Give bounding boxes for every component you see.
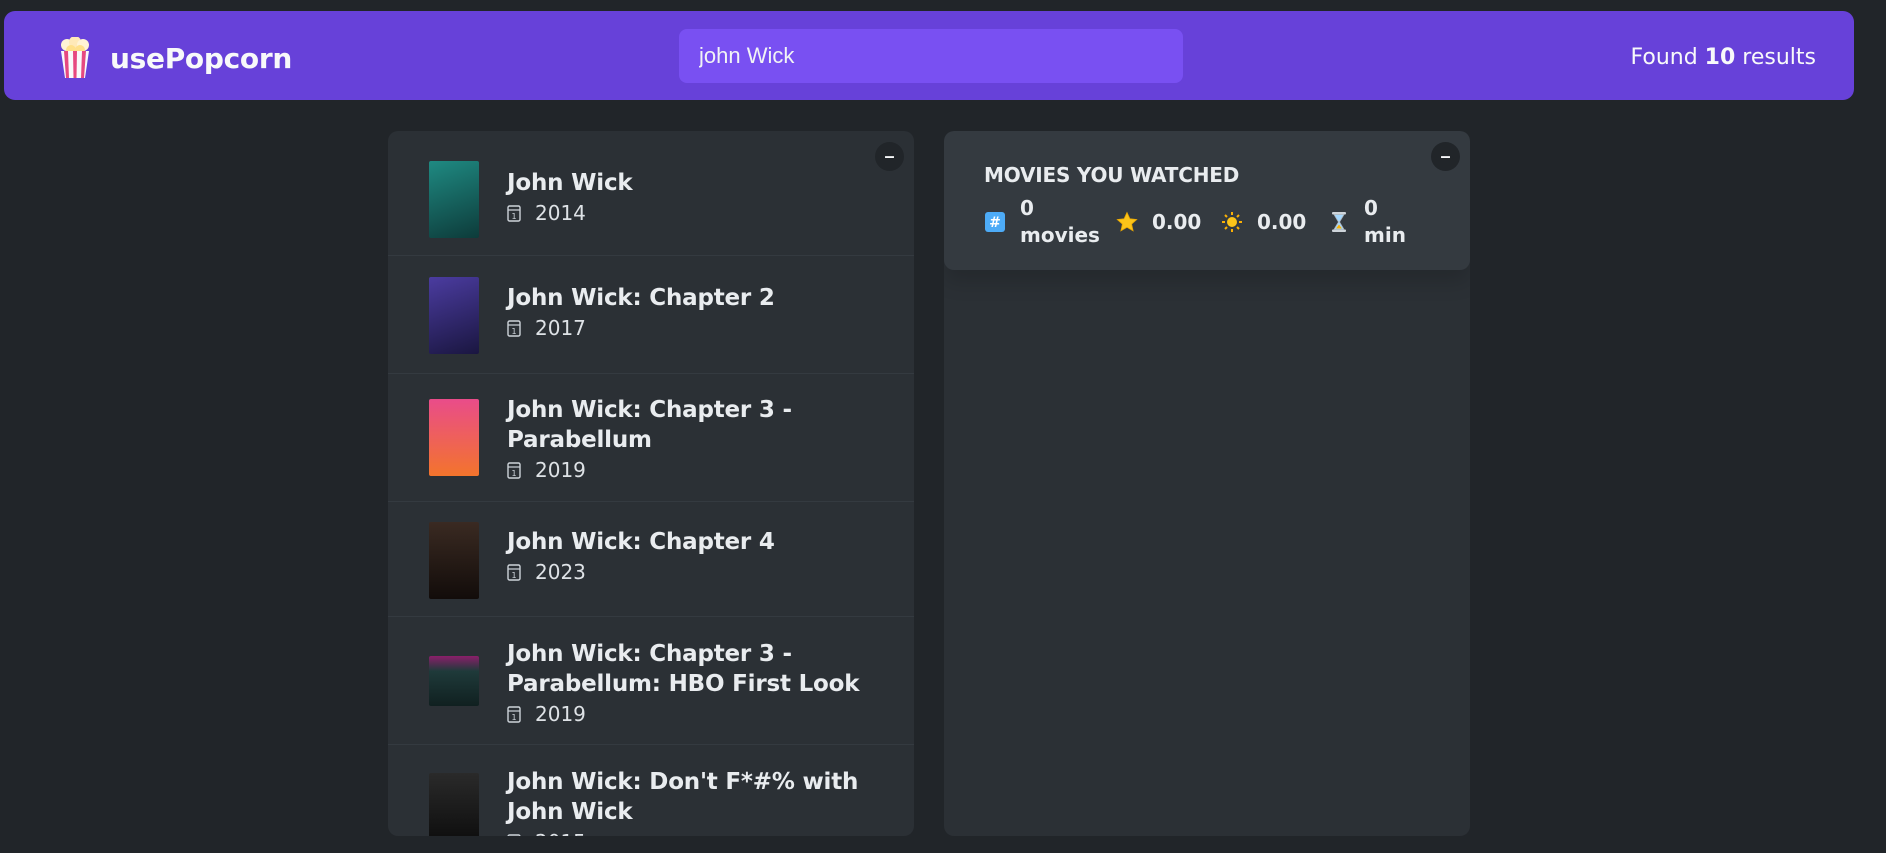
popcorn-icon [61, 37, 89, 78]
movie-year: 1 2019 [507, 458, 890, 482]
results-box: – John Wick 1 2014 John Wick: Chapter 2 … [388, 131, 914, 836]
movie-year-text: 2017 [535, 316, 586, 340]
svg-text:1: 1 [511, 327, 516, 336]
watched-box: – Movies you watched # 0 movies 0.00 0.0… [944, 131, 1470, 836]
movie-poster [429, 522, 479, 599]
movie-title: John Wick: Chapter 4 [507, 529, 775, 555]
collapse-results-button[interactable]: – [875, 142, 904, 171]
stat-user-rating-value: 0.00 [1257, 210, 1307, 234]
results-suffix: results [1742, 45, 1816, 70]
movie-title: John Wick: Don't F*#% with John Wick [507, 769, 859, 825]
results-count: Found 10 results [1630, 45, 1816, 70]
movie-poster [429, 277, 479, 354]
calendar-icon: 1 [507, 320, 521, 337]
movie-year: 1 2023 [507, 560, 890, 584]
stat-runtime: 0 min [1328, 195, 1434, 249]
calendar-icon: 1 [507, 205, 521, 222]
movie-item[interactable]: John Wick: Don't F*#% with John Wick 1 2… [388, 745, 914, 836]
movie-title: John Wick [507, 170, 633, 196]
svg-text:1: 1 [511, 469, 516, 478]
search-input[interactable] [679, 29, 1183, 83]
movie-year: 1 2015 [507, 830, 890, 836]
svg-text:1: 1 [511, 212, 516, 221]
movie-year-text: 2014 [535, 201, 586, 225]
stat-imdb-rating: 0.00 [1116, 210, 1221, 234]
movie-item[interactable]: John Wick: Chapter 2 1 2017 [388, 256, 914, 374]
watched-summary: Movies you watched # 0 movies 0.00 0.00 [944, 131, 1470, 270]
stat-movies-unit: movies [1020, 223, 1100, 247]
calendar-icon: 1 [507, 564, 521, 581]
movie-year-text: 2023 [535, 560, 586, 584]
movie-year-text: 2015 [535, 830, 586, 836]
stat-user-rating: 0.00 [1221, 210, 1328, 234]
calendar-icon: 1 [507, 462, 521, 479]
hash-icon: # [985, 212, 1005, 232]
svg-text:1: 1 [511, 571, 516, 580]
app-title: usePopcorn [110, 41, 292, 75]
stat-movies: # 0 movies [984, 195, 1100, 249]
movie-year-text: 2019 [535, 458, 586, 482]
movie-item[interactable]: John Wick 1 2014 [388, 131, 914, 256]
navbar: usePopcorn Found 10 results [4, 11, 1854, 100]
movie-item[interactable]: John Wick: Chapter 3 - Parabellum: HBO F… [388, 617, 914, 745]
star-icon [1116, 211, 1138, 232]
movie-item[interactable]: John Wick: Chapter 3 - Parabellum 1 2019 [388, 374, 914, 502]
movie-year: 1 2014 [507, 201, 890, 225]
movie-poster [429, 399, 479, 476]
movie-year-text: 2019 [535, 702, 586, 726]
movie-title: John Wick: Chapter 3 - Parabellum: HBO F… [507, 641, 860, 697]
movie-item[interactable]: John Wick: Chapter 4 1 2023 [388, 502, 914, 617]
sun-icon [1222, 212, 1242, 232]
movie-poster [429, 161, 479, 238]
stat-movies-count: 0 [1020, 196, 1034, 220]
stat-runtime-value: 0 [1364, 196, 1378, 220]
movie-title: John Wick: Chapter 2 [507, 285, 775, 311]
collapse-watched-button[interactable]: – [1431, 142, 1460, 171]
movie-poster [429, 656, 479, 706]
svg-text:#: # [989, 215, 1001, 231]
movie-poster [429, 773, 479, 836]
movie-year: 1 2019 [507, 702, 890, 726]
svg-text:1: 1 [511, 713, 516, 722]
summary-stats: # 0 movies 0.00 0.00 0 min [984, 195, 1434, 249]
hourglass-icon [1332, 212, 1346, 232]
results-number: 10 [1704, 45, 1736, 70]
summary-title: Movies you watched [984, 163, 1240, 187]
results-prefix: Found [1630, 45, 1698, 70]
logo: usePopcorn [58, 37, 292, 79]
movie-list: John Wick 1 2014 John Wick: Chapter 2 1 … [388, 131, 914, 836]
calendar-icon: 1 [507, 706, 521, 723]
calendar-icon: 1 [507, 834, 521, 836]
movie-year: 1 2017 [507, 316, 890, 340]
movie-title: John Wick: Chapter 3 - Parabellum [507, 397, 792, 453]
stat-imdb-value: 0.00 [1152, 210, 1202, 234]
stat-runtime-unit: min [1364, 223, 1406, 247]
